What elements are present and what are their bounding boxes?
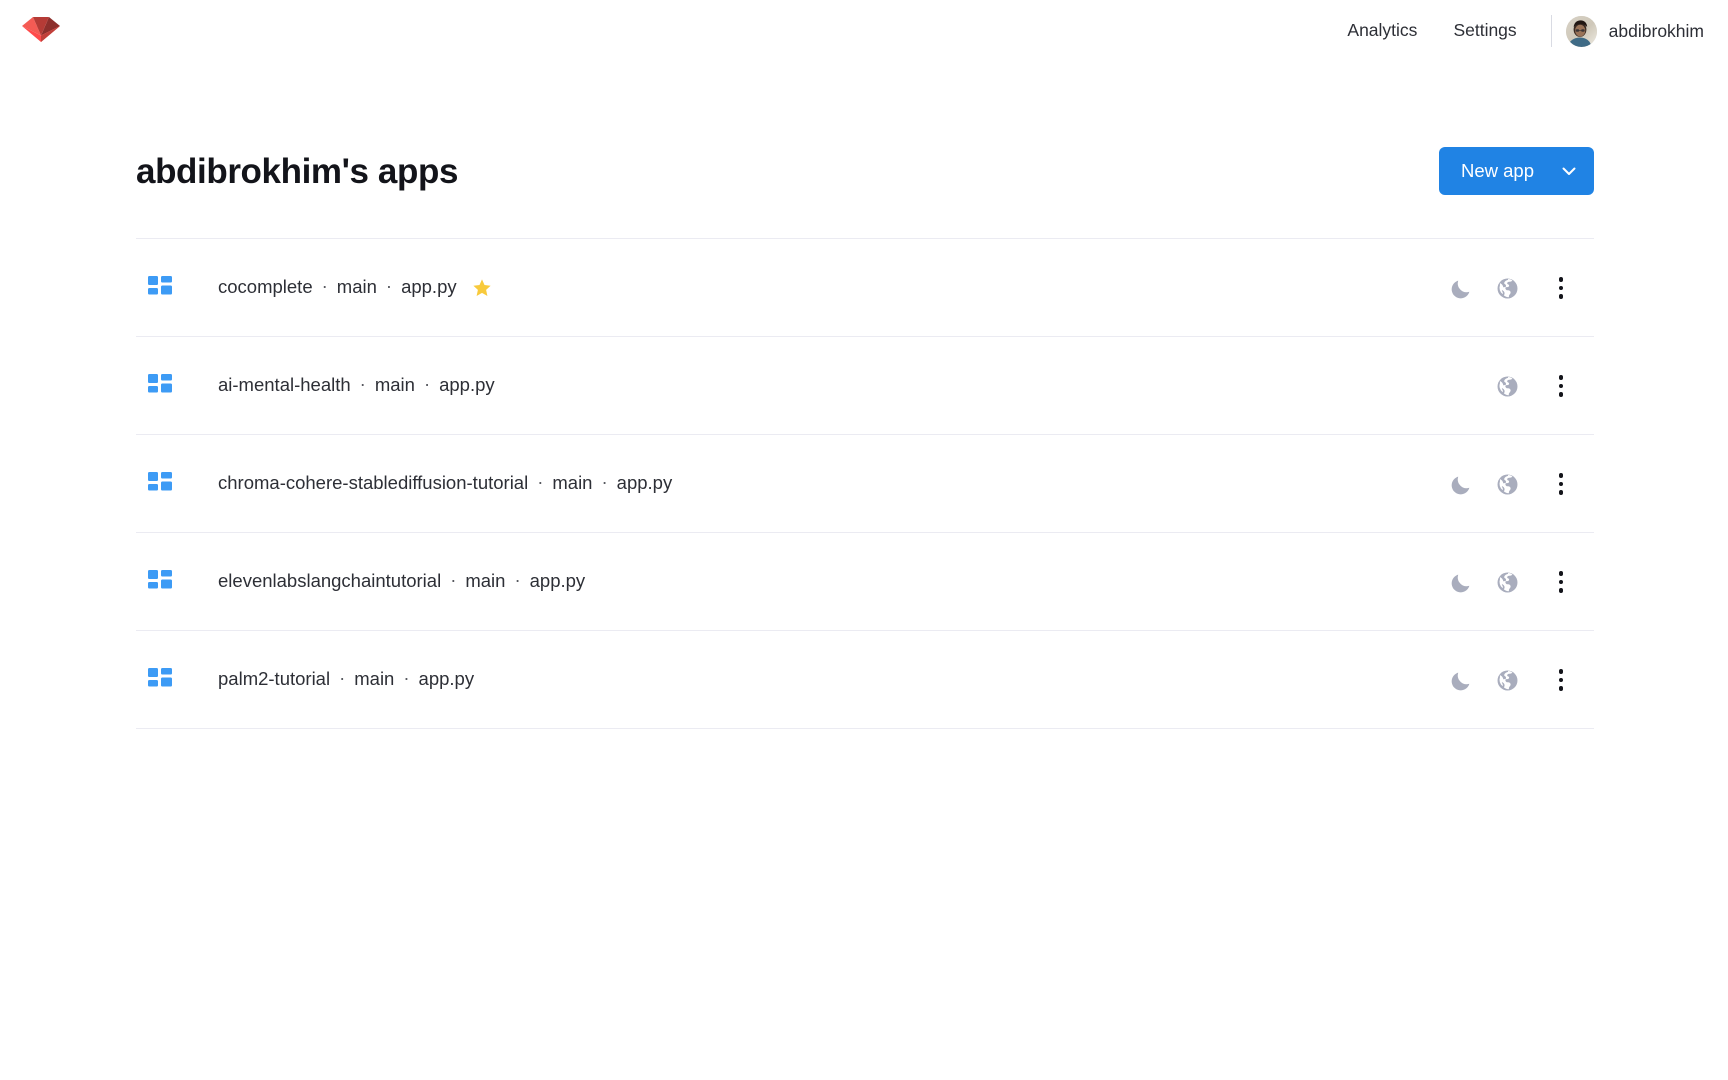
app-branch: main <box>354 670 394 689</box>
app-row-actions <box>1438 239 1594 337</box>
app-branch: main <box>552 474 592 493</box>
app-row-actions <box>1438 435 1594 533</box>
app-row[interactable]: palm2-tutorial · main · app.py <box>136 631 1594 729</box>
star-icon[interactable] <box>472 278 492 298</box>
app-row-actions <box>1438 533 1594 631</box>
label-separator: · <box>322 277 328 296</box>
label-separator: · <box>450 571 456 590</box>
new-app-button[interactable]: New app <box>1439 147 1594 195</box>
app-branch: main <box>465 572 505 591</box>
page-title: abdibrokhim's apps <box>136 154 458 189</box>
streamlit-logo-icon[interactable] <box>18 13 64 47</box>
account-menu[interactable]: abdibrokhim <box>1566 16 1708 47</box>
app-branch: main <box>375 376 415 395</box>
moon-icon[interactable] <box>1438 265 1484 311</box>
label-separator: · <box>386 277 392 296</box>
label-separator: · <box>537 473 543 492</box>
kebab-menu-icon[interactable] <box>1538 265 1584 311</box>
app-label: cocomplete · main · app.py <box>218 278 492 298</box>
app-grid-icon <box>148 668 172 692</box>
app-row[interactable]: cocomplete · main · app.py <box>136 239 1594 337</box>
label-separator: · <box>601 473 607 492</box>
app-row-actions <box>1438 631 1594 729</box>
account-username: abdibrokhim <box>1609 21 1704 42</box>
top-navigation: Analytics Settings <box>1329 0 1708 62</box>
moon-icon[interactable] <box>1438 461 1484 507</box>
kebab-menu-icon[interactable] <box>1538 461 1584 507</box>
app-row[interactable]: chroma-cohere-stablediffusion-tutorial ·… <box>136 435 1594 533</box>
globe-icon[interactable] <box>1484 363 1530 409</box>
app-name: ai-mental-health <box>218 376 351 395</box>
globe-icon[interactable] <box>1484 461 1530 507</box>
nav-link-analytics[interactable]: Analytics <box>1329 22 1435 40</box>
chevron-down-icon <box>1558 160 1580 182</box>
app-file: app.py <box>439 376 495 395</box>
nav-link-settings[interactable]: Settings <box>1435 22 1534 40</box>
new-app-button-label: New app <box>1461 162 1534 181</box>
app-grid-icon <box>148 276 172 300</box>
label-separator: · <box>514 571 520 590</box>
app-file: app.py <box>401 278 457 297</box>
label-separator: · <box>424 375 430 394</box>
app-label: chroma-cohere-stablediffusion-tutorial ·… <box>218 474 672 493</box>
app-label: palm2-tutorial · main · app.py <box>218 670 474 689</box>
page-header: abdibrokhim's apps New app <box>136 140 1594 202</box>
app-file: app.py <box>419 670 475 689</box>
globe-icon[interactable] <box>1484 657 1530 703</box>
kebab-menu-icon[interactable] <box>1538 559 1584 605</box>
globe-icon[interactable] <box>1484 265 1530 311</box>
app-file: app.py <box>617 474 673 493</box>
app-grid-icon <box>148 472 172 496</box>
moon-icon[interactable] <box>1438 559 1484 605</box>
globe-icon[interactable] <box>1484 559 1530 605</box>
app-file: app.py <box>530 572 586 591</box>
nav-divider <box>1551 15 1552 47</box>
apps-list: cocomplete · main · app.py <box>136 238 1594 729</box>
app-row[interactable]: ai-mental-health · main · app.py <box>136 337 1594 435</box>
kebab-menu-icon[interactable] <box>1538 657 1584 703</box>
top-bar: Analytics Settings <box>0 0 1728 62</box>
app-label: ai-mental-health · main · app.py <box>218 376 495 395</box>
label-separator: · <box>339 669 345 688</box>
kebab-menu-icon[interactable] <box>1538 363 1584 409</box>
moon-icon[interactable] <box>1438 657 1484 703</box>
app-row[interactable]: elevenlabslangchaintutorial · main · app… <box>136 533 1594 631</box>
app-label: elevenlabslangchaintutorial · main · app… <box>218 572 585 591</box>
app-branch: main <box>337 278 377 297</box>
app-grid-icon <box>148 570 172 594</box>
label-separator: · <box>403 669 409 688</box>
app-name: cocomplete <box>218 278 313 297</box>
label-separator: · <box>360 375 366 394</box>
app-name: elevenlabslangchaintutorial <box>218 572 441 591</box>
app-row-actions <box>1438 337 1594 435</box>
app-grid-icon <box>148 374 172 398</box>
avatar <box>1566 16 1597 47</box>
app-name: chroma-cohere-stablediffusion-tutorial <box>218 474 528 493</box>
app-name: palm2-tutorial <box>218 670 330 689</box>
